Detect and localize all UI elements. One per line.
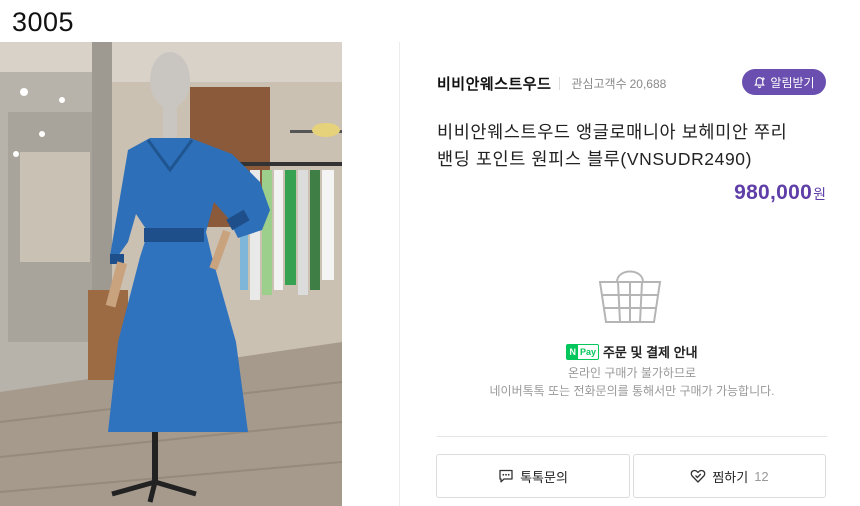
wishlist-count: 12 xyxy=(754,468,769,484)
talktalk-label: 톡톡문의 xyxy=(520,469,568,485)
separator xyxy=(559,76,561,90)
payment-guide-header: N Pay 주문 및 결제 안내 xyxy=(437,342,827,361)
product-title-line2: 밴딩 포인트 원피스 블루(VNSUDR2490) xyxy=(437,149,753,169)
product-photo[interactable] xyxy=(0,42,342,506)
payment-note-line1: 온라인 구매가 불가하므로 xyxy=(567,366,697,380)
section-divider xyxy=(437,436,827,437)
panel-divider xyxy=(399,42,400,506)
price-currency: 원 xyxy=(813,186,826,202)
price-value: 980,000 xyxy=(734,181,813,204)
npay-logo: N Pay xyxy=(566,343,599,360)
top-bar: 3005 xyxy=(0,0,860,42)
alarm-button[interactable]: 알림받기 xyxy=(742,69,826,95)
fans-value: 20,688 xyxy=(629,76,667,91)
talktalk-inquiry-button[interactable]: 톡톡문의 xyxy=(436,454,630,498)
heart-check-icon xyxy=(690,469,706,483)
product-price: 980,000원 xyxy=(600,181,826,205)
basket-icon xyxy=(597,260,663,329)
fans-label: 관심고객수 xyxy=(571,76,627,91)
wishlist-label: 찜하기 xyxy=(712,469,749,485)
product-title-line1: 비비안웨스트우드 앵글로매니아 보헤미안 쭈리 xyxy=(437,122,788,142)
payment-note-line2: 네이버톡톡 또는 전화문의를 통해서만 구매가 가능합니다. xyxy=(489,384,775,398)
fans-count: 관심고객수 20,688 xyxy=(568,75,666,92)
wishlist-button[interactable]: 찜하기 12 xyxy=(633,454,826,498)
chat-icon xyxy=(499,469,513,483)
payment-guide-title: 주문 및 결제 안내 xyxy=(602,345,698,360)
product-title: 비비안웨스트우드 앵글로매니아 보헤미안 쭈리 밴딩 포인트 원피스 블루(VN… xyxy=(437,119,837,173)
bell-plus-icon xyxy=(754,76,766,88)
item-code: 3005 xyxy=(12,7,75,37)
alarm-label: 알림받기 xyxy=(770,75,815,90)
store-name[interactable]: 비비안웨스트우드 xyxy=(437,73,551,94)
